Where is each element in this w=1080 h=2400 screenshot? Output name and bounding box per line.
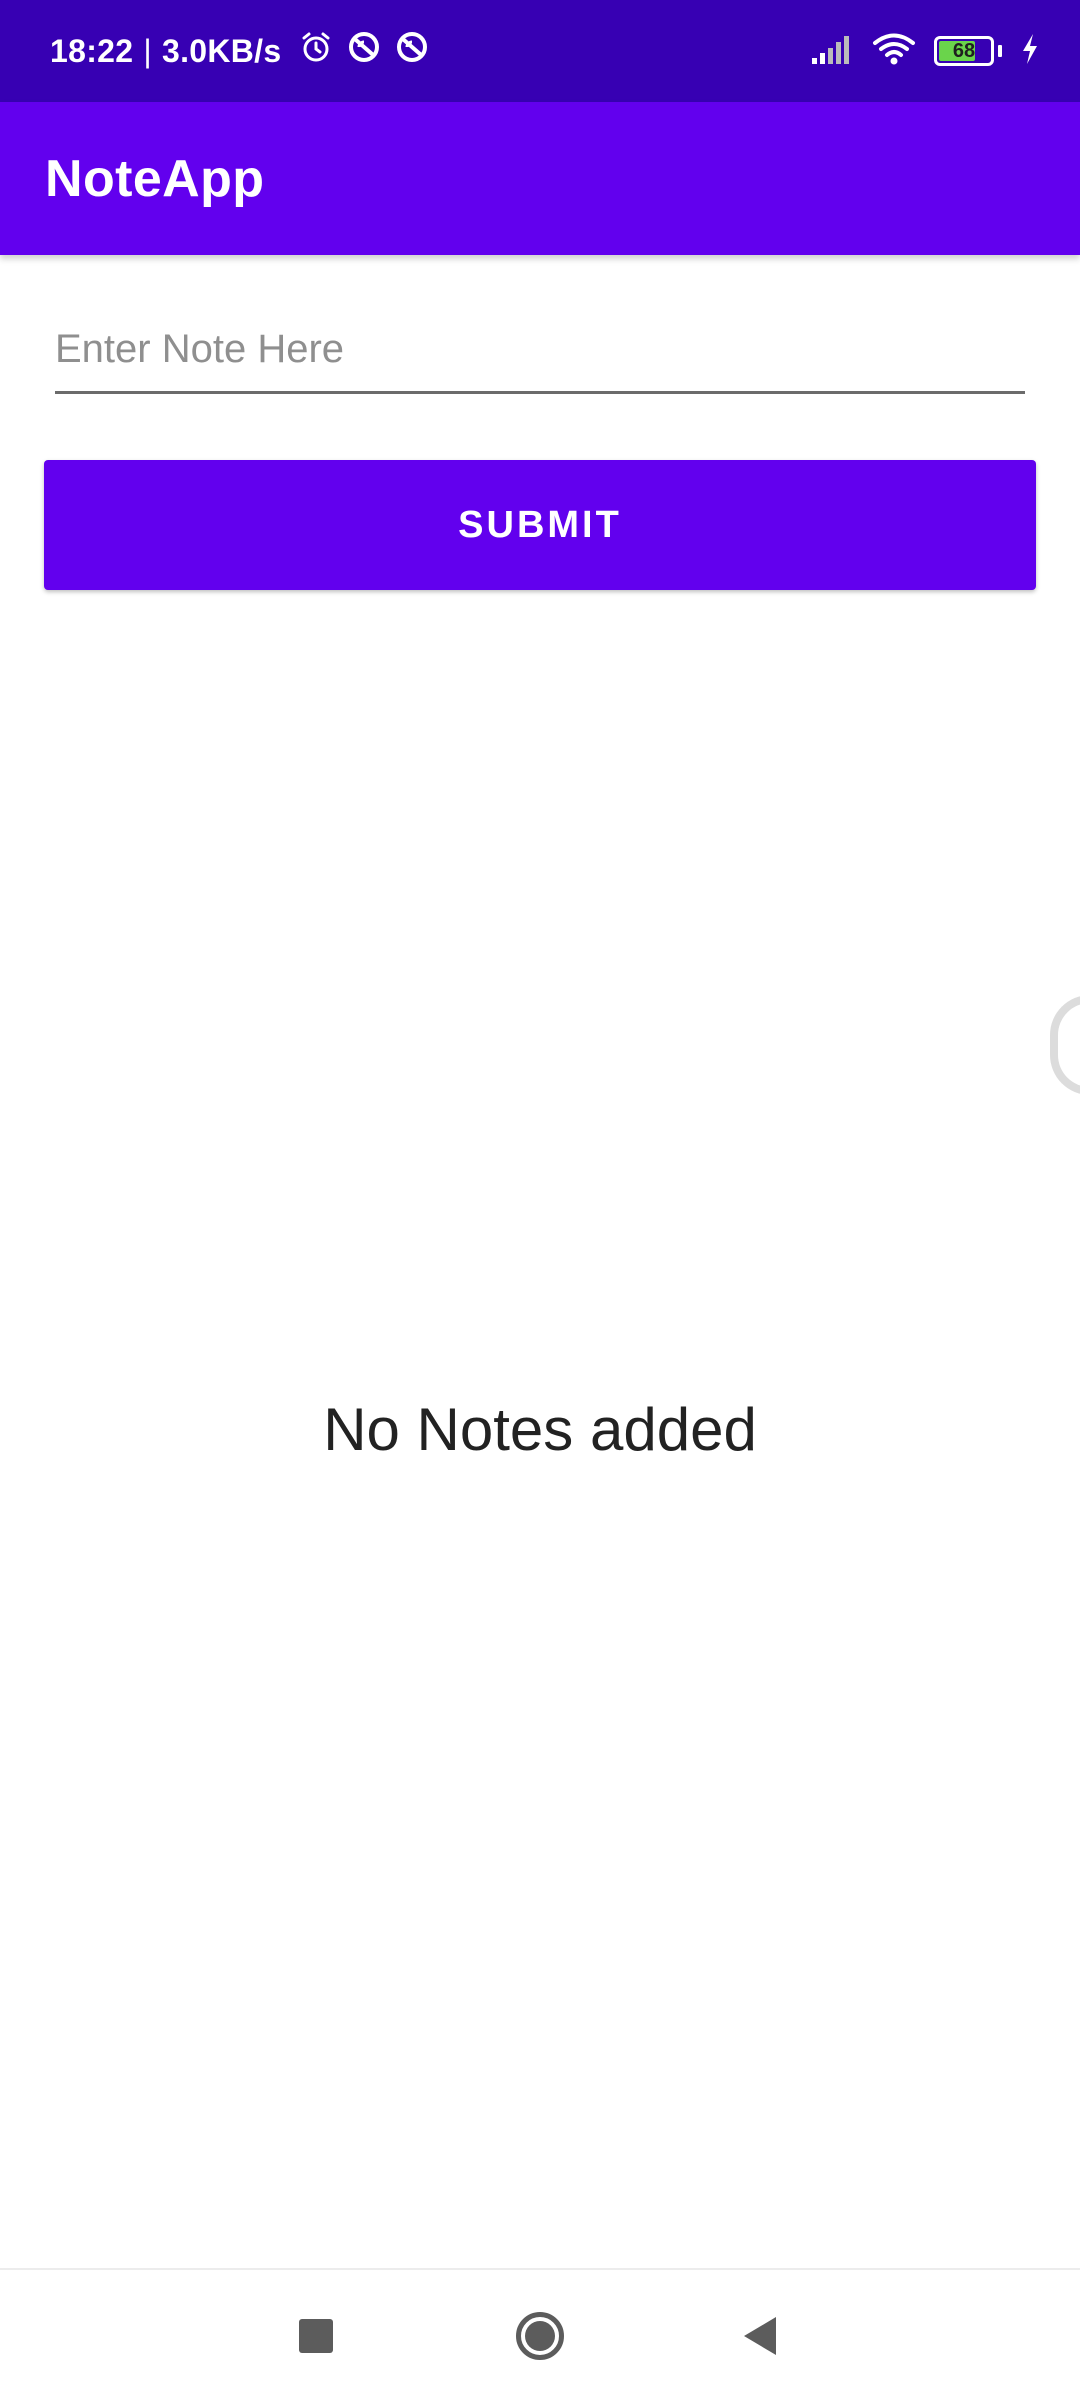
status-separator: | [143,32,152,69]
submit-button[interactable]: SUBMIT [44,460,1036,590]
signal-icon [810,32,854,71]
status-left-icons [299,30,429,72]
network-speed: 3.0KB/s [161,32,282,69]
recents-icon [299,2319,333,2353]
home-button[interactable] [504,2300,576,2372]
battery-cap [998,45,1002,57]
app-title: NoteApp [45,149,265,208]
back-icon [744,2317,776,2355]
home-icon-dot [525,2321,555,2351]
status-right: 68 [810,32,1040,71]
battery-icon: 68 [934,36,994,66]
status-bar: 18:22 | 3.0KB/s 68 [0,0,1080,102]
status-time: 18:22 [50,32,134,69]
home-icon [516,2312,564,2360]
battery-level: 68 [952,39,976,62]
back-button[interactable] [724,2300,796,2372]
screen: 18:22 | 3.0KB/s 68 NoteApp Enter Note He… [0,0,1080,2400]
charging-icon [1020,32,1040,71]
empty-notes-message: No Notes added [323,1396,757,1463]
data-saver-icon [347,30,381,72]
note-input[interactable] [55,320,1025,394]
app-bar: NoteApp [0,102,1080,255]
wifi-icon [872,32,916,71]
alarm-icon [299,30,333,72]
data-saver-icon [395,30,429,72]
edge-gesture-handle[interactable] [1050,995,1080,1095]
status-left: 18:22 | 3.0KB/s [50,30,429,72]
recents-button[interactable] [280,2300,352,2372]
navigation-bar [0,2268,1080,2400]
